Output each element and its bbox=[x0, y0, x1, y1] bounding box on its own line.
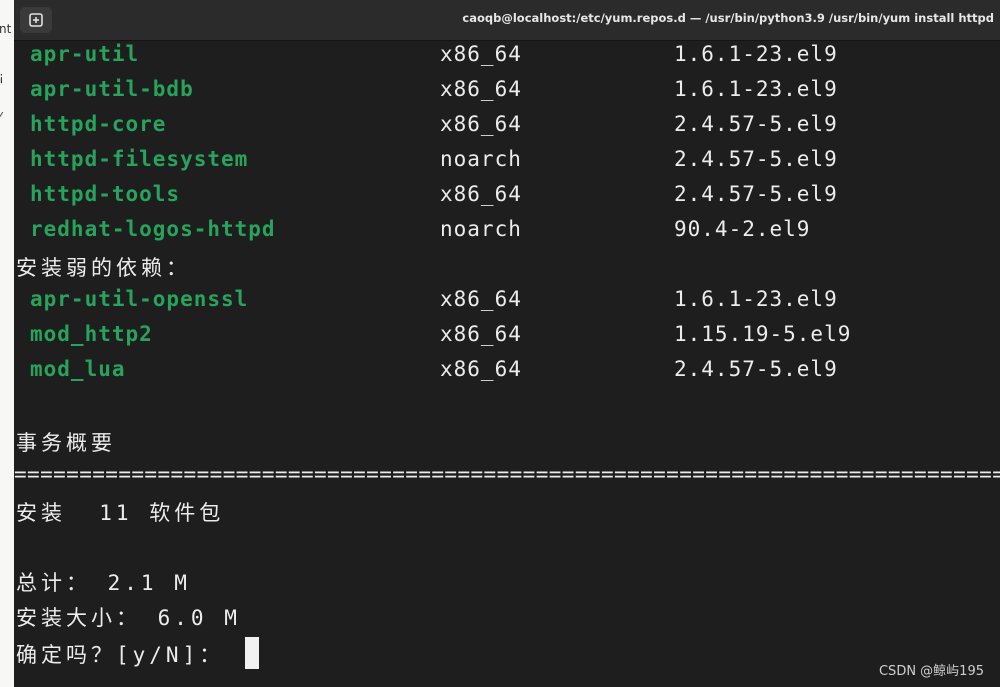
weak-deps-header-row: 安装弱的依赖： bbox=[14, 252, 1000, 287]
installed-size: 安装大小： 6.0 M bbox=[16, 606, 241, 630]
background-window-edge: nt ¡ ⁄ bbox=[0, 0, 15, 687]
install-count: 安装 11 软件包 bbox=[16, 501, 225, 525]
package-name: apr-util-openssl bbox=[30, 287, 249, 311]
total-size: 总计： 2.1 M bbox=[16, 571, 191, 595]
package-name: httpd-tools bbox=[30, 182, 181, 206]
install-count-row: 安装 11 软件包 bbox=[14, 497, 1000, 532]
package-name: httpd-core bbox=[30, 112, 167, 136]
confirm-prompt: 确定吗？[y/N]： bbox=[16, 637, 259, 669]
package-version: 90.4-2.el9 bbox=[674, 217, 811, 241]
window-title: caoqb@localhost:/etc/yum.repos.d — /usr/… bbox=[462, 11, 994, 25]
package-row: httpd-core x86_64 2.4.57-5.el9 bbox=[14, 112, 1000, 147]
package-row: apr-util-bdb x86_64 1.6.1-23.el9 bbox=[14, 77, 1000, 112]
package-arch: x86_64 bbox=[440, 287, 522, 311]
package-version: 2.4.57-5.el9 bbox=[674, 357, 838, 381]
package-name: apr-util bbox=[30, 42, 140, 66]
package-version: 2.4.57-5.el9 bbox=[674, 147, 838, 171]
package-arch: x86_64 bbox=[440, 77, 522, 101]
package-row: httpd-filesystem noarch 2.4.57-5.el9 bbox=[14, 147, 1000, 182]
text-cursor bbox=[244, 637, 259, 669]
package-name: apr-util-bdb bbox=[30, 77, 194, 101]
package-version: 1.15.19-5.el9 bbox=[674, 322, 852, 346]
package-version: 2.4.57-5.el9 bbox=[674, 182, 838, 206]
package-name: mod_http2 bbox=[30, 322, 153, 346]
package-version: 1.6.1-23.el9 bbox=[674, 287, 838, 311]
package-row: redhat-logos-httpd noarch 90.4-2.el9 bbox=[14, 217, 1000, 252]
summary-header-row: 事务概要 bbox=[14, 427, 1000, 462]
prompt-row[interactable]: 确定吗？[y/N]： bbox=[14, 637, 1000, 672]
title-bar: caoqb@localhost:/etc/yum.repos.d — /usr/… bbox=[14, 0, 1000, 41]
new-tab-button[interactable] bbox=[20, 7, 52, 33]
package-version: 2.4.57-5.el9 bbox=[674, 112, 838, 136]
package-name: httpd-filesystem bbox=[30, 147, 249, 171]
package-row: httpd-tools x86_64 2.4.57-5.el9 bbox=[14, 182, 1000, 217]
package-arch: x86_64 bbox=[440, 182, 522, 206]
weak-deps-header: 安装弱的依赖： bbox=[16, 256, 191, 280]
summary-header: 事务概要 bbox=[16, 431, 116, 455]
package-name: mod_lua bbox=[30, 357, 126, 381]
package-arch: x86_64 bbox=[440, 322, 522, 346]
package-arch: noarch bbox=[440, 217, 522, 241]
package-version: 1.6.1-23.el9 bbox=[674, 77, 838, 101]
package-row: mod_lua x86_64 2.4.57-5.el9 bbox=[14, 357, 1000, 392]
package-row: mod_http2 x86_64 1.15.19-5.el9 bbox=[14, 322, 1000, 357]
watermark: CSDN @鲸屿195 bbox=[878, 664, 984, 679]
package-name: redhat-logos-httpd bbox=[30, 217, 276, 241]
separator-line: ========================================… bbox=[14, 462, 1000, 486]
separator-row: ========================================… bbox=[14, 462, 1000, 497]
package-arch: x86_64 bbox=[440, 357, 522, 381]
package-version: 1.6.1-23.el9 bbox=[674, 42, 838, 66]
package-arch: x86_64 bbox=[440, 42, 522, 66]
package-row: apr-util x86_64 1.6.1-23.el9 bbox=[14, 42, 1000, 77]
package-arch: x86_64 bbox=[440, 112, 522, 136]
terminal-window: caoqb@localhost:/etc/yum.repos.d — /usr/… bbox=[14, 0, 1000, 687]
package-row: apr-util-openssl x86_64 1.6.1-23.el9 bbox=[14, 287, 1000, 322]
confirm-prompt-text: 确定吗？[y/N]： bbox=[16, 643, 241, 667]
package-arch: noarch bbox=[440, 147, 522, 171]
installed-size-row: 安装大小： 6.0 M bbox=[14, 602, 1000, 637]
total-size-row: 总计： 2.1 M bbox=[14, 567, 1000, 602]
new-tab-icon bbox=[29, 13, 43, 27]
